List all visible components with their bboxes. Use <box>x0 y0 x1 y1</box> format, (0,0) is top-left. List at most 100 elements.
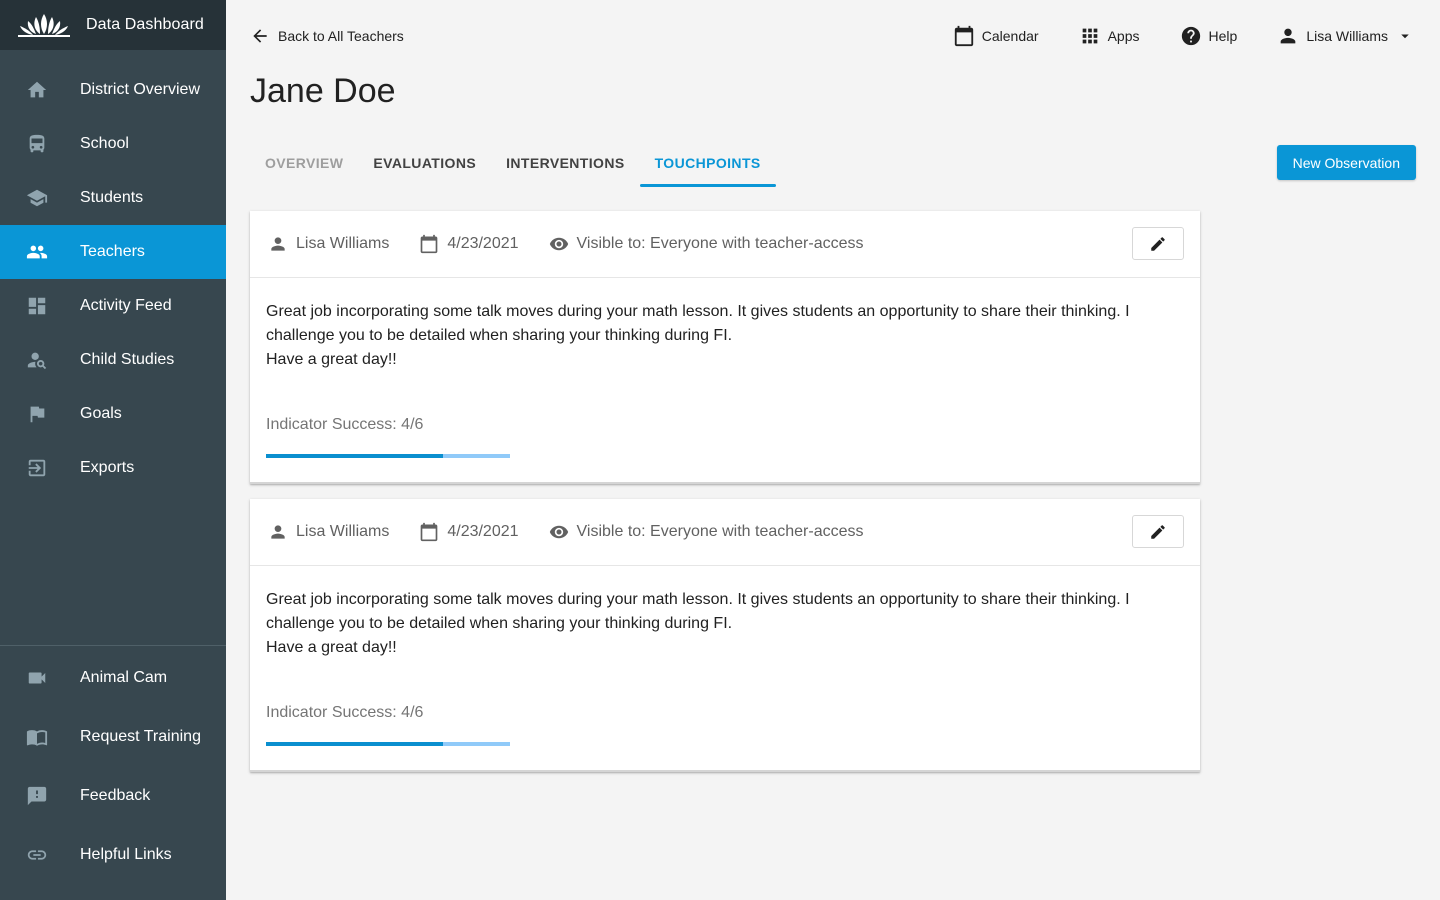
touchpoint-card-header: Lisa Williams 4/23/2021 Visible to: Ever… <box>250 499 1200 566</box>
bus-icon <box>0 133 80 155</box>
author-name: Lisa Williams <box>296 235 390 252</box>
eye-icon <box>549 525 568 539</box>
tab-overview[interactable]: OVERVIEW <box>250 139 358 187</box>
tab-interventions[interactable]: INTERVENTIONS <box>491 139 640 187</box>
touchpoint-text: Great job incorporating some talk moves … <box>266 300 1184 372</box>
touchpoint-text-line: Great job incorporating some talk moves … <box>266 591 1130 608</box>
top-actions: Calendar Apps Help Lisa Williams <box>953 24 1414 48</box>
visibility-meta: Visible to: Everyone with teacher-access <box>549 234 864 254</box>
edit-touchpoint-button[interactable] <box>1132 515 1184 548</box>
touchpoint-text-line: challenge you to be detailed when sharin… <box>266 327 733 344</box>
indicator-progress-bar <box>266 454 510 458</box>
sidebar-nav: District Overview School Students Teache… <box>0 63 226 495</box>
touchpoint-card: Lisa Williams 4/23/2021 Visible to: Ever… <box>250 499 1200 772</box>
link-icon <box>0 844 80 866</box>
person-icon <box>271 525 285 539</box>
new-observation-button[interactable]: New Observation <box>1276 145 1416 180</box>
pencil-icon <box>1151 524 1165 539</box>
flag-icon <box>0 403 80 425</box>
back-to-teachers-link[interactable]: Back to All Teachers <box>250 24 404 48</box>
sidebar-item-school[interactable]: School <box>0 117 226 171</box>
sidebar-item-label: Feedback <box>80 786 151 804</box>
sidebar-item-label: Helpful Links <box>80 845 172 863</box>
calendar-icon <box>421 522 438 542</box>
tab-evaluations[interactable]: EVALUATIONS <box>358 139 491 187</box>
user-menu[interactable]: Lisa Williams <box>1277 25 1414 47</box>
sidebar-item-label: Students <box>80 189 144 206</box>
calendar-icon <box>421 234 438 254</box>
graduation-cap-icon <box>0 187 80 209</box>
touchpoint-text-line: Great job incorporating some talk moves … <box>266 303 1130 320</box>
tab-bar: OVERVIEW EVALUATIONS INTERVENTIONS TOUCH… <box>250 139 776 187</box>
person-icon <box>271 237 285 251</box>
sidebar-item-label: District Overview <box>80 81 201 98</box>
apps-grid-icon <box>1082 28 1097 44</box>
lotus-logo-icon <box>18 14 70 37</box>
calendar-label: Calendar <box>981 28 1039 44</box>
touchpoint-card-header: Lisa Williams 4/23/2021 Visible to: Ever… <box>250 211 1200 278</box>
sidebar-item-label: Child Studies <box>80 351 175 368</box>
sidebar-item-request-training[interactable]: Request Training <box>0 707 226 766</box>
sidebar-item-feedback[interactable]: Feedback <box>0 766 226 825</box>
tab-touchpoints[interactable]: TOUCHPOINTS <box>639 139 776 187</box>
sidebar-item-label: Activity Feed <box>80 297 172 314</box>
apps-label: Apps <box>1107 28 1140 44</box>
date-meta: 4/23/2021 <box>419 522 519 542</box>
touchpoint-text-line: Have a great day!! <box>266 639 397 656</box>
indicator-progress-bar <box>266 742 510 746</box>
calendar-icon <box>954 25 973 47</box>
sidebar-item-animal-cam[interactable]: Animal Cam <box>0 648 226 707</box>
calendar-button[interactable]: Calendar <box>953 25 1039 47</box>
caret-down-icon <box>1401 34 1409 39</box>
touchpoint-card-body: Great job incorporating some talk moves … <box>250 566 1200 770</box>
indicator-progress-fill <box>266 454 443 458</box>
sidebar-item-district-overview[interactable]: District Overview <box>0 63 226 117</box>
sidebar: Data Dashboard District Overview School … <box>0 0 226 900</box>
help-button[interactable]: Help <box>1180 25 1237 47</box>
sidebar-item-label: Animal Cam <box>80 668 168 686</box>
sidebar-divider <box>0 645 226 646</box>
pencil-icon <box>1151 236 1165 251</box>
touchpoint-date: 4/23/2021 <box>447 523 519 540</box>
author-name: Lisa Williams <box>296 523 390 540</box>
sidebar-item-label: School <box>80 135 129 152</box>
feedback-icon <box>0 785 80 807</box>
person-search-icon <box>0 349 80 371</box>
back-link-label: Back to All Teachers <box>278 28 404 44</box>
visibility-text: Visible to: Everyone with teacher-access <box>576 523 864 540</box>
sidebar-item-students[interactable]: Students <box>0 171 226 225</box>
indicator-success-label: Indicator Success: 4/6 <box>266 704 424 721</box>
sidebar-item-teachers[interactable]: Teachers <box>0 225 226 279</box>
touchpoint-text-line: challenge you to be detailed when sharin… <box>266 615 733 632</box>
sidebar-bottom-nav: Animal Cam Request Training Feedback Hel… <box>0 648 226 884</box>
sidebar-item-label: Exports <box>80 459 135 476</box>
user-name: Lisa Williams <box>1306 28 1388 44</box>
book-icon <box>0 726 80 748</box>
touchpoint-card-body: Great job incorporating some talk moves … <box>250 278 1200 482</box>
edit-touchpoint-button[interactable] <box>1132 227 1184 260</box>
touchpoint-card: Lisa Williams 4/23/2021 Visible to: Ever… <box>250 211 1200 484</box>
sidebar-item-goals[interactable]: Goals <box>0 387 226 441</box>
apps-button[interactable]: Apps <box>1079 25 1140 47</box>
page-title: Jane Doe <box>250 72 396 110</box>
visibility-text: Visible to: Everyone with teacher-access <box>576 235 864 252</box>
visibility-meta: Visible to: Everyone with teacher-access <box>549 522 864 542</box>
sidebar-item-helpful-links[interactable]: Helpful Links <box>0 825 226 884</box>
exit-icon <box>0 457 80 479</box>
person-icon <box>1280 28 1296 44</box>
sidebar-item-exports[interactable]: Exports <box>0 441 226 495</box>
author-meta: Lisa Williams <box>268 234 389 254</box>
sidebar-item-activity-feed[interactable]: Activity Feed <box>0 279 226 333</box>
app-title: Data Dashboard <box>86 16 204 33</box>
author-meta: Lisa Williams <box>268 522 389 542</box>
indicator-success-label: Indicator Success: 4/6 <box>266 416 424 433</box>
touchpoint-date: 4/23/2021 <box>447 235 519 252</box>
dashboard-icon <box>0 295 80 317</box>
sidebar-item-label: Goals <box>80 405 122 422</box>
brand[interactable]: Data Dashboard <box>0 0 226 50</box>
sidebar-item-label: Teachers <box>80 243 145 260</box>
sidebar-item-child-studies[interactable]: Child Studies <box>0 333 226 387</box>
arrow-back-icon <box>253 29 267 43</box>
eye-icon <box>549 237 568 251</box>
sidebar-item-label: Request Training <box>80 727 201 745</box>
